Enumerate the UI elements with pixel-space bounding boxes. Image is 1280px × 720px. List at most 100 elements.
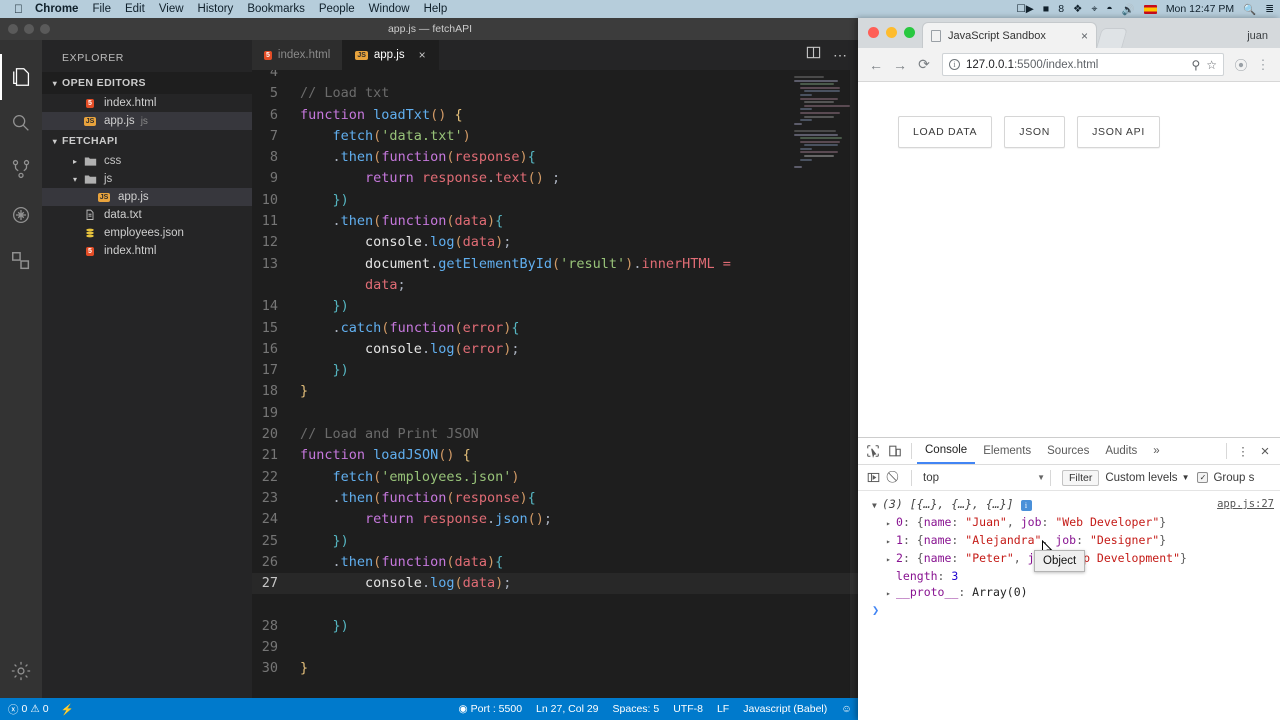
editor-tab-index-html[interactable]: 5 index.html [252, 40, 344, 70]
project-section[interactable]: ▾ FETCHAPI [42, 130, 252, 152]
chevron-right-icon[interactable]: ▸ [886, 552, 896, 568]
tree-item-app-js[interactable]: JS app.js [42, 188, 252, 206]
menu-view[interactable]: View [159, 3, 184, 15]
console-filter-input[interactable]: Filter [1062, 469, 1100, 486]
battery-icon[interactable]: ■ [1043, 3, 1049, 15]
status-cursor-position[interactable]: Ln 27, Col 29 [536, 703, 598, 715]
more-actions-icon[interactable]: ⋯ [833, 48, 848, 62]
status-eol[interactable]: LF [717, 703, 729, 715]
info-circle-icon[interactable]: i [949, 59, 960, 70]
tree-item-data-txt[interactable]: data.txt [42, 206, 252, 224]
chrome-traffic-lights[interactable] [868, 27, 915, 38]
open-editors-section[interactable]: ▾ OPEN EDITORS [42, 72, 252, 94]
open-editor-index-html[interactable]: 5 index.html [42, 94, 252, 112]
activity-files-icon[interactable] [0, 54, 42, 100]
menubar-clock[interactable]: Mon 12:47 PM [1166, 3, 1234, 15]
devtools-tab-console[interactable]: Console [917, 438, 976, 464]
editor-minimap[interactable] [794, 70, 850, 698]
inspect-cursor-icon[interactable] [862, 440, 884, 462]
chevron-right-icon[interactable]: ▸ [886, 586, 896, 602]
open-editor-app-js[interactable]: JS app.js js [42, 112, 252, 130]
load-data-button[interactable]: LOAD DATA [898, 116, 993, 148]
code-editor[interactable]: 4 5// Load txt 6 function loadTxt() { 7 f… [252, 70, 860, 698]
chevron-right-icon[interactable]: ▸ [68, 157, 82, 166]
devtools-tab-elements[interactable]: Elements [975, 438, 1039, 464]
bluetooth-icon[interactable]: ⌖ [1091, 3, 1097, 16]
window-traffic-lights[interactable] [8, 18, 50, 40]
menu-people[interactable]: People [319, 3, 355, 15]
chevron-down-icon[interactable]: ▾ [68, 175, 82, 184]
console-output[interactable]: app.js:27 ▼ (3) [{…}, {…}, {…}] i ▸ 0: {na… [858, 491, 1280, 718]
menu-edit[interactable]: Edit [125, 3, 145, 15]
close-icon[interactable]: × [419, 48, 426, 62]
apple-icon[interactable]:  [14, 3, 23, 15]
zoom-search-icon[interactable]: ⚲ [1191, 58, 1200, 72]
menu-chrome[interactable]: Chrome [35, 3, 78, 15]
group-similar-checkbox[interactable]: ✓ [1197, 472, 1209, 483]
devtools-tab-audits[interactable]: Audits [1097, 438, 1145, 464]
status-language-mode[interactable]: Javascript (Babel) [743, 703, 827, 715]
activity-extensions-icon[interactable] [0, 238, 42, 284]
chrome-tab[interactable]: JavaScript Sandbox × [922, 22, 1097, 48]
menu-bookmarks[interactable]: Bookmarks [247, 3, 305, 15]
status-port[interactable]: ◉ Port : 5500 [459, 703, 523, 715]
status-encoding[interactable]: UTF-8 [673, 703, 703, 715]
smiley-icon[interactable]: ☺ [841, 703, 852, 715]
address-bar[interactable]: i 127.0.0.1:5500/index.html ⚲ ☆ [942, 53, 1224, 76]
editor-tab-app-js[interactable]: JS app.js × [343, 40, 439, 70]
search-icon[interactable]: 🔍 [1243, 3, 1256, 16]
activity-source-control-icon[interactable] [0, 146, 42, 192]
tree-item-css[interactable]: ▸ css [42, 152, 252, 170]
info-badge-icon[interactable]: i [1020, 500, 1032, 511]
chrome-profile-name[interactable]: juan [1247, 30, 1280, 48]
chevron-down-icon[interactable]: ▾ [48, 137, 62, 146]
activity-search-icon[interactable] [0, 100, 42, 146]
menu-file[interactable]: File [92, 3, 111, 15]
json-button[interactable]: JSON [1004, 116, 1066, 148]
three-dot-menu-icon[interactable]: ⋮ [1232, 440, 1254, 462]
back-arrow-icon[interactable]: ← [864, 53, 888, 77]
forward-arrow-icon[interactable]: → [888, 53, 912, 77]
reload-icon[interactable]: ⟳ [912, 53, 936, 77]
extension-icon[interactable]: ⦿ [1230, 55, 1252, 74]
menu-history[interactable]: History [198, 3, 234, 15]
console-array-header[interactable]: ▼ (3) [{…}, {…}, {…}] i [858, 496, 1280, 514]
devtools-tab-sources[interactable]: Sources [1039, 438, 1097, 464]
json-api-button[interactable]: JSON API [1077, 116, 1160, 148]
console-proto-row[interactable]: ▸ __proto__: Array(0) [858, 584, 1280, 602]
status-errors[interactable]: ⓧ 0 ⚠ 0 [8, 702, 49, 717]
activity-settings-gear-icon[interactable] [0, 652, 42, 698]
close-icon[interactable]: × [1081, 29, 1088, 43]
chevron-down-icon[interactable]: ▾ [48, 79, 62, 88]
tree-item-employees-json[interactable]: employees.json [42, 224, 252, 242]
close-icon[interactable]: × [1254, 440, 1276, 462]
chevron-down-icon[interactable]: ▼ [872, 498, 882, 514]
device-toolbar-icon[interactable] [884, 440, 906, 462]
screencast-icon[interactable]: ☐▶ [1016, 3, 1034, 15]
control-center-icon[interactable]: ≣ [1265, 3, 1274, 15]
menu-help[interactable]: Help [424, 3, 448, 15]
tree-item-index-html[interactable]: 5 index.html [42, 242, 252, 260]
chevron-double-right-icon[interactable]: » [1145, 438, 1167, 464]
lightning-icon[interactable]: ⚡ [61, 703, 74, 716]
tree-item-js[interactable]: ▾ js [42, 170, 252, 188]
status-indentation[interactable]: Spaces: 5 [613, 703, 660, 715]
flag-icon[interactable] [1143, 4, 1157, 14]
new-tab-icon[interactable] [1096, 28, 1128, 48]
activity-debug-icon[interactable] [0, 192, 42, 238]
code-content[interactable]: 4 5// Load txt 6 function loadTxt() { 7 f… [252, 70, 860, 680]
menu-window[interactable]: Window [369, 3, 410, 15]
console-entry-0[interactable]: ▸ 0: {name: "Juan", job: "Web Developer"} [858, 514, 1280, 532]
console-entry-1[interactable]: ▸ 1: {name: "Alejandra", job: "Designer"} [858, 532, 1280, 550]
log-level-select[interactable]: Custom levels ▼ [1105, 472, 1189, 484]
clear-console-icon[interactable]: ⃠ [884, 467, 906, 489]
chevron-right-icon[interactable]: ▸ [886, 516, 896, 532]
console-input-prompt[interactable]: ❯ [858, 602, 1280, 618]
execute-sidebar-icon[interactable] [862, 467, 884, 489]
wifi-icon[interactable]: ◓ [1106, 3, 1112, 15]
star-icon[interactable]: ☆ [1206, 58, 1217, 72]
execution-context-select[interactable]: top ▼ [917, 472, 1045, 484]
dropbox-icon[interactable]: ❖ [1073, 3, 1082, 15]
chevron-right-icon[interactable]: ▸ [886, 534, 896, 550]
three-dot-menu-icon[interactable]: ⋮ [1252, 57, 1274, 73]
